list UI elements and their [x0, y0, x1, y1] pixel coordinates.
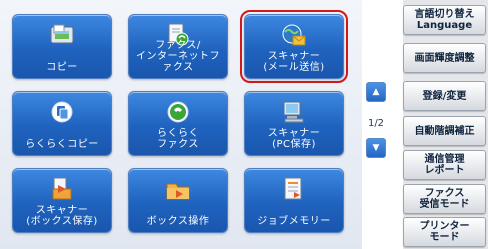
easy-copy-icon [49, 100, 75, 124]
scanner-box-tile[interactable]: スキャナー (ボックス保存) [12, 168, 112, 233]
language-switch-button[interactable]: 言語切り替え Language [403, 5, 486, 35]
page-down-button[interactable]: ▼ [366, 138, 386, 158]
page-indicator: 1/2 [367, 118, 385, 129]
scanner-pc-tile[interactable]: スキャナー (PC保存) [244, 91, 344, 156]
box-operation-icon [165, 177, 191, 201]
communication-report-button[interactable]: 通信管理 レポート [403, 150, 486, 180]
job-memory-tile[interactable]: ジョブメモリー [244, 168, 344, 233]
box-operation-tile[interactable]: ボックス操作 [128, 168, 228, 233]
triangle-down-icon: ▼ [372, 143, 380, 153]
tile-label: スキャナー (PC保存) [267, 128, 321, 150]
side-button-panel: 言語切り替え Language 画面輝度調整 登録/変更 自動階調補正 通信管理… [403, 0, 488, 249]
easy-fax-tile[interactable]: らくらく ファクス [128, 91, 228, 156]
main-menu-panel: コピー ファクス/ インターネットファクス スキャナー (メール送信) らくらく… [0, 0, 362, 249]
job-memory-icon [281, 177, 307, 201]
easy-fax-icon [165, 100, 191, 124]
fax-receive-mode-button[interactable]: ファクス 受信モード [403, 184, 486, 214]
auto-gradation-button[interactable]: 自動階調補正 [403, 116, 486, 146]
page-navigator: ▲ 1/2 ▼ [366, 82, 388, 162]
printer-mode-button[interactable]: プリンター モード [403, 217, 486, 247]
easy-copy-tile[interactable]: らくらくコピー [12, 91, 112, 156]
copy-tile[interactable]: コピー [12, 14, 112, 79]
tile-label: らくらくコピー [25, 139, 99, 150]
fax-internet-fax-tile[interactable]: ファクス/ インターネットファクス [128, 14, 228, 79]
scanner-email-tile[interactable]: スキャナー (メール送信) [240, 10, 348, 83]
tile-label: コピー [46, 62, 78, 73]
scanner-email-icon [281, 23, 307, 47]
register-change-button[interactable]: 登録/変更 [403, 81, 486, 111]
tile-label: スキャナー (ボックス保存) [26, 205, 98, 227]
tile-label: ジョブメモリー [257, 216, 331, 227]
page-up-button[interactable]: ▲ [366, 82, 386, 102]
scanner-box-icon [49, 177, 75, 201]
screen-brightness-button[interactable]: 画面輝度調整 [403, 43, 486, 73]
tile-label: ボックス操作 [146, 216, 210, 227]
tile-label: スキャナー (メール送信) [263, 51, 325, 73]
copy-icon [49, 23, 75, 47]
tile-label: ファクス/ インターネットファクス [136, 40, 220, 73]
scanner-pc-icon [281, 100, 307, 124]
tile-label: らくらく ファクス [157, 128, 199, 150]
triangle-up-icon: ▲ [372, 87, 380, 97]
